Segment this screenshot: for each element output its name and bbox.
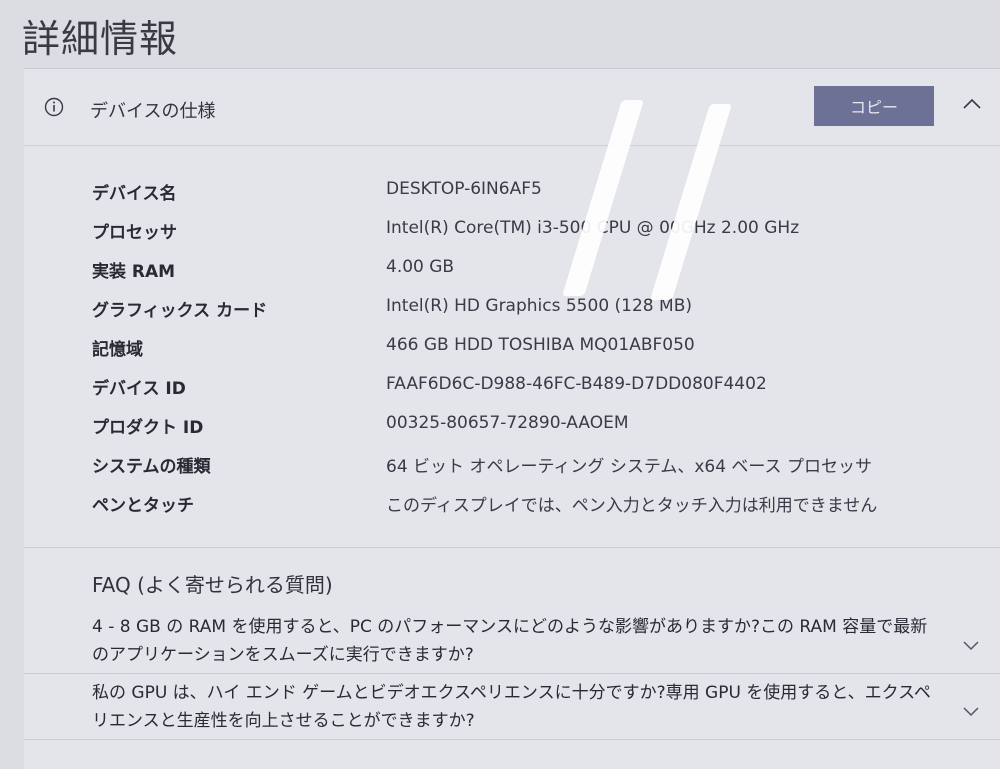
spec-label: デバイス ID [92, 379, 186, 399]
spec-value: DESKTOP-6IN6AF5 [386, 179, 542, 199]
device-specs-title: デバイスの仕様 [90, 101, 216, 122]
spec-label: プロダクト ID [92, 418, 204, 438]
device-specs-card: デバイスの仕様 コピー デバイス名 DESKTOP-6IN6AF5 プロセッサ … [24, 68, 1000, 769]
spec-value: 466 GB HDD TOSHIBA MQ01ABF050 [386, 335, 695, 355]
spec-label: システムの種類 [92, 457, 211, 477]
info-circle-icon [44, 97, 64, 117]
page-title: 詳細情報 [22, 17, 179, 61]
copy-button[interactable]: コピー [814, 86, 934, 126]
divider [24, 547, 1000, 548]
faq-title: FAQ (よく寄せられる質問) [92, 573, 333, 597]
chevron-down-icon[interactable] [962, 639, 980, 651]
divider [24, 673, 1000, 674]
faq-item[interactable]: 私の GPU は、ハイ エンド ゲームとビデオエクスペリエンスに十分ですか?専用… [92, 679, 942, 735]
spec-value: このディスプレイでは、ペン入力とタッチ入力は利用できません [386, 496, 878, 516]
chevron-up-icon[interactable] [962, 97, 982, 111]
spec-label: ペンとタッチ [92, 496, 194, 516]
spec-value: 00325-80657-72890-AAOEM [386, 413, 629, 433]
spec-value: 64 ビット オペレーティング システム、x64 ベース プロセッサ [386, 457, 872, 477]
spec-label: デバイス名 [92, 184, 177, 204]
spec-label: 記憶域 [92, 340, 143, 360]
spec-label: グラフィックス カード [92, 301, 268, 321]
faq-item[interactable]: 4 - 8 GB の RAM を使用すると、PC のパフォーマンスにどのような影… [92, 613, 942, 669]
spec-label: プロセッサ [92, 223, 177, 243]
spec-value: FAAF6D6C-D988-46FC-B489-D7DD080F4402 [386, 374, 767, 394]
divider [24, 739, 1000, 740]
spec-value: Intel(R) HD Graphics 5500 (128 MB) [386, 296, 692, 316]
chevron-down-icon[interactable] [962, 705, 980, 717]
spec-value: 4.00 GB [386, 257, 455, 277]
device-specs-header[interactable]: デバイスの仕様 コピー [24, 69, 1000, 146]
spec-label: 実装 RAM [92, 262, 176, 282]
